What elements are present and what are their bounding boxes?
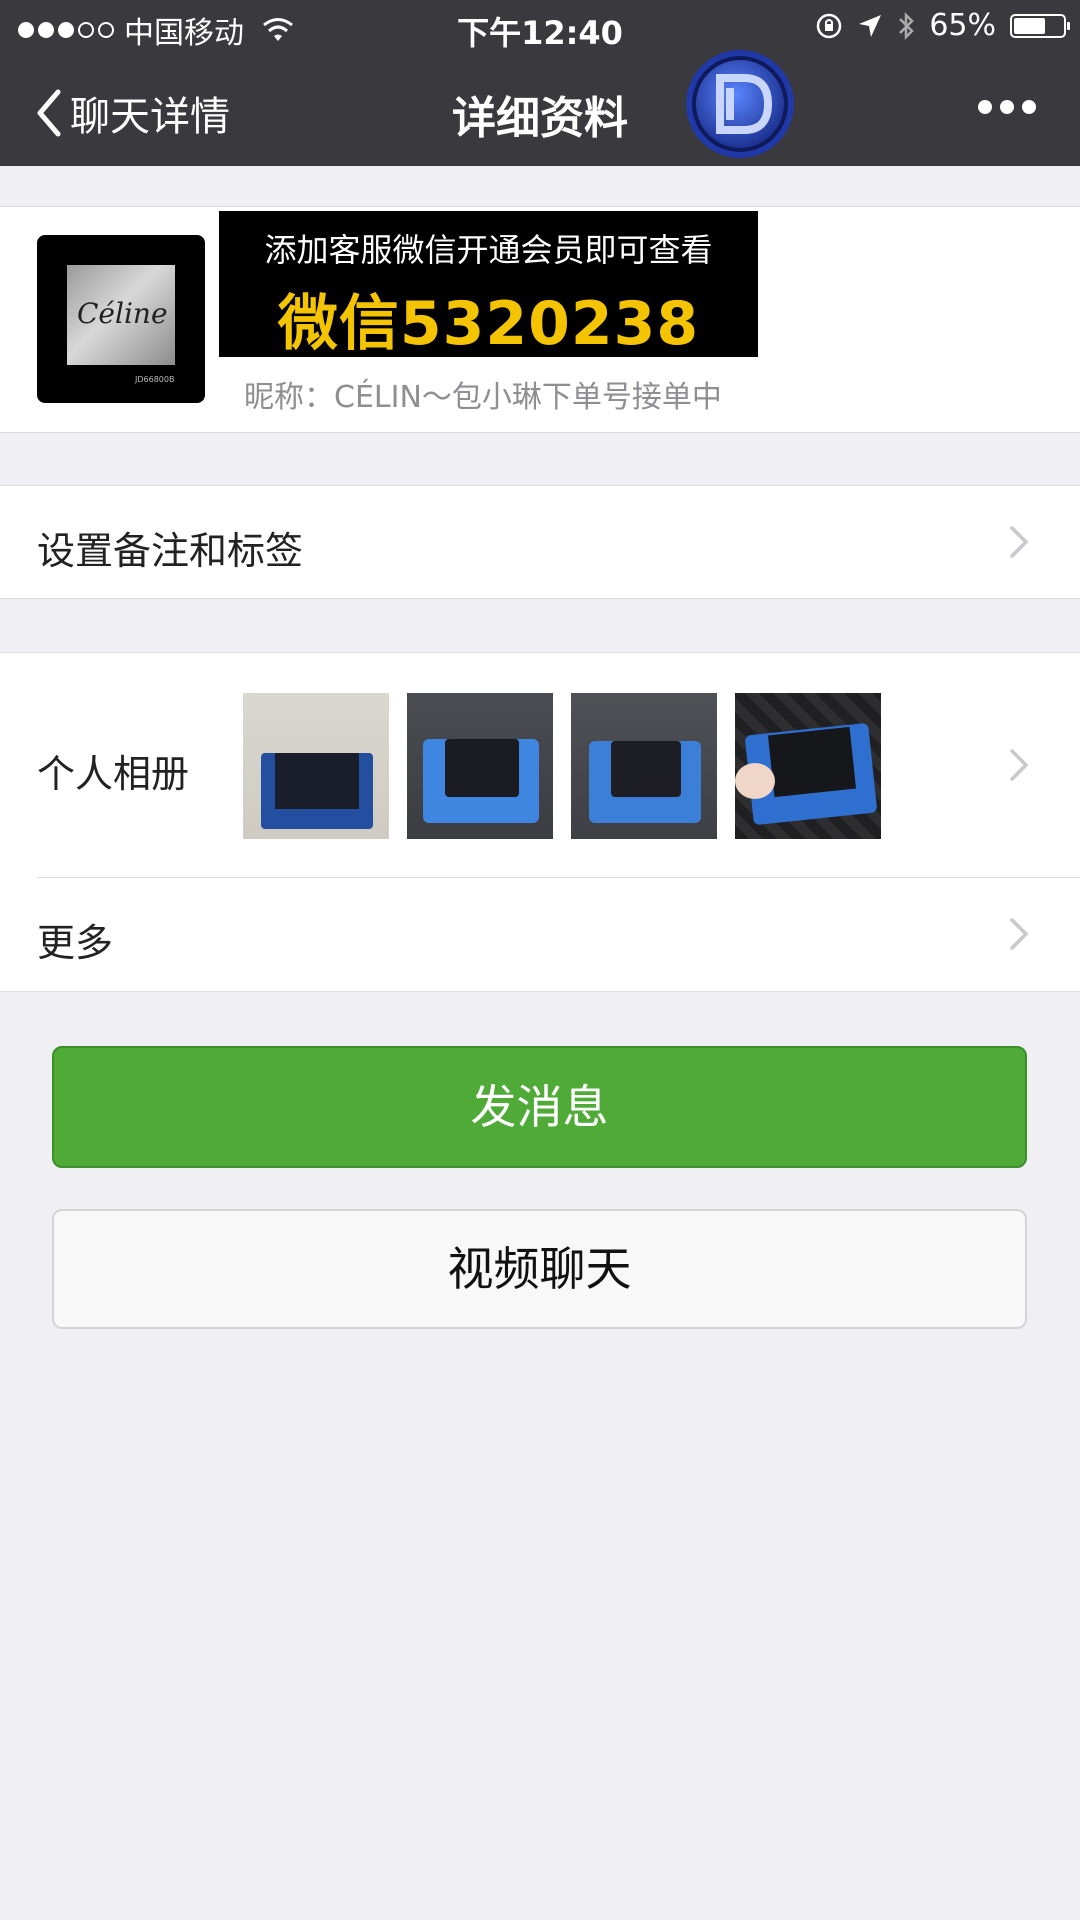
remark-tag-label: 设置备注和标签 (37, 529, 304, 573)
more-options-button[interactable] (978, 100, 1036, 114)
album-photos (243, 693, 881, 839)
album-row[interactable]: 个人相册 (0, 653, 1080, 877)
chevron-right-icon (1010, 749, 1029, 781)
nickname: 昵称：CÉLIN～包小琳下单号接单中 (244, 380, 722, 415)
album-photo[interactable] (243, 693, 389, 839)
more-row[interactable]: 更多 (0, 878, 1080, 992)
album-photo[interactable] (735, 693, 881, 839)
battery-icon (1010, 13, 1070, 38)
video-chat-button[interactable]: 视频聊天 (52, 1209, 1027, 1329)
profile-card: Céline JD66800B 添加客服微信开通会员即可查看 微信5320238… (0, 206, 1080, 433)
bluetooth-icon (899, 11, 915, 40)
remark-tag-row[interactable]: 设置备注和标签 (0, 485, 1080, 599)
status-right: 65% (815, 8, 1070, 43)
send-message-button[interactable]: 发消息 (52, 1046, 1027, 1168)
watermark-logo (686, 50, 794, 158)
location-icon (859, 14, 882, 37)
nav-bar: 聊天详情 详细资料 (0, 50, 1080, 166)
rotation-lock-icon (817, 13, 842, 38)
promo-banner-line2: 微信5320238 (277, 289, 700, 359)
avatar[interactable]: Céline JD66800B (37, 235, 205, 403)
battery-percent: 65% (929, 8, 996, 43)
promo-banner-line1: 添加客服微信开通会员即可查看 (264, 231, 713, 269)
album-photo[interactable] (407, 693, 553, 839)
avatar-script-text: Céline (77, 297, 168, 330)
chevron-right-icon (1010, 526, 1029, 558)
album-photo[interactable] (571, 693, 717, 839)
promo-banner: 添加客服微信开通会员即可查看 微信5320238 (219, 211, 758, 359)
avatar-small-text: JD66800B (135, 375, 175, 384)
album-label: 个人相册 (37, 752, 190, 796)
album-more-group: 个人相册 更多 (0, 652, 1080, 992)
top-bar: 中国移动 下午12:40 65% 聊天详情 详细资料 (0, 0, 1080, 166)
page-title: 详细资料 (452, 93, 628, 144)
status-bar: 中国移动 下午12:40 65% (0, 0, 1080, 54)
chevron-right-icon (1010, 918, 1029, 950)
more-label: 更多 (37, 921, 114, 965)
